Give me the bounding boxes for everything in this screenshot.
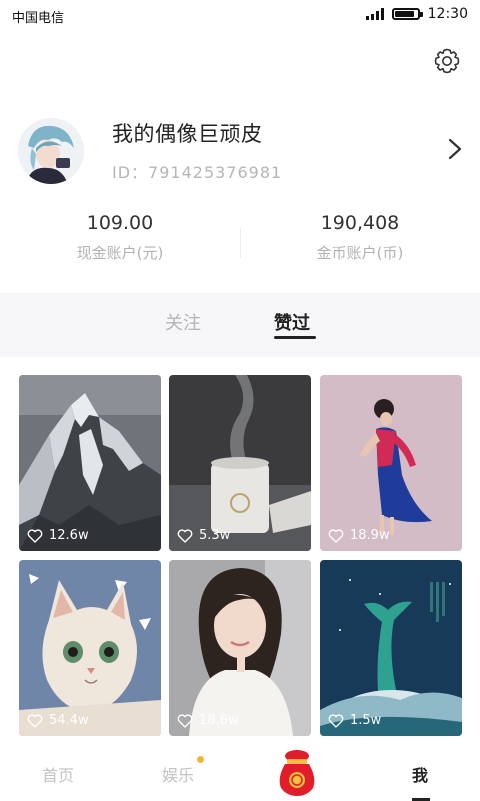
cash-account-value: 109.00 — [86, 212, 154, 234]
gear-icon[interactable] — [432, 46, 462, 76]
bottom-tab-bar: 首页 娱乐 我 — [0, 744, 480, 801]
coin-account-label: 金币账户(币) — [316, 244, 404, 262]
like-count-value: 5.3w — [199, 528, 231, 543]
lucky-bag-icon[interactable] — [275, 748, 319, 796]
like-count: 5.3w — [177, 528, 230, 543]
heart-icon — [27, 713, 43, 728]
liked-video-card[interactable]: 18.6w — [169, 560, 311, 736]
heart-icon — [27, 528, 43, 543]
coin-account-value: 190,408 — [320, 212, 400, 234]
status-bar: 中国电信 12:30 — [0, 0, 480, 32]
coin-account[interactable]: 190,408 金币账户(币) — [240, 212, 480, 263]
like-count-value: 1.5w — [350, 713, 382, 728]
tab-following[interactable]: 关注 — [165, 309, 201, 335]
video-thumbnail — [19, 375, 161, 551]
cash-account-label: 现金账户(元) — [76, 244, 164, 262]
like-count-value: 18.9w — [350, 528, 390, 543]
heart-icon — [328, 713, 344, 728]
user-id: ID：791425376981 — [112, 163, 283, 182]
cash-account[interactable]: 109.00 现金账户(元) — [0, 212, 240, 263]
liked-video-card[interactable]: 54.4w — [19, 560, 161, 736]
video-thumbnail — [320, 375, 462, 551]
liked-video-card[interactable]: 5.3w — [169, 375, 311, 551]
heart-icon — [177, 713, 193, 728]
heart-icon — [328, 528, 344, 543]
tab-active-indicator — [274, 336, 316, 339]
account-summary: 109.00 现金账户(元) 190,408 金币账户(币) — [0, 212, 480, 276]
carrier-label: 中国电信 — [12, 11, 65, 26]
like-count: 54.4w — [27, 713, 89, 728]
liked-video-card[interactable]: 18.9w — [320, 375, 462, 551]
like-count: 1.5w — [328, 713, 381, 728]
nav-me[interactable]: 我 — [412, 762, 428, 786]
tab-liked[interactable]: 赞过 — [274, 309, 310, 335]
video-thumbnail — [169, 560, 311, 736]
heart-icon — [177, 528, 193, 543]
like-count: 18.9w — [328, 528, 390, 543]
nav-entertainment[interactable]: 娱乐 — [162, 762, 194, 786]
user-name: 我的偶像巨顽皮 — [112, 122, 263, 146]
video-thumbnail — [320, 560, 462, 736]
status-right: 12:30 — [365, 6, 468, 22]
video-thumbnail — [169, 375, 311, 551]
like-count-value: 18.6w — [199, 713, 239, 728]
liked-video-card[interactable]: 12.6w — [19, 375, 161, 551]
like-count-value: 54.4w — [49, 713, 89, 728]
like-count-value: 12.6w — [49, 528, 89, 543]
liked-video-card[interactable]: 1.5w — [320, 560, 462, 736]
nav-home[interactable]: 首页 — [42, 762, 74, 786]
chevron-right-icon[interactable] — [444, 136, 466, 162]
profile-section[interactable]: 我的偶像巨顽皮 ID：791425376981 — [0, 112, 480, 188]
like-count: 18.6w — [177, 713, 239, 728]
avatar[interactable] — [18, 118, 84, 184]
notification-badge — [197, 756, 204, 763]
tab-strip: 关注 赞过 — [0, 293, 480, 357]
like-count: 12.6w — [27, 528, 89, 543]
signal-icon — [365, 8, 384, 20]
status-time: 12:30 — [427, 6, 468, 22]
battery-icon — [391, 8, 423, 20]
video-thumbnail — [19, 560, 161, 736]
